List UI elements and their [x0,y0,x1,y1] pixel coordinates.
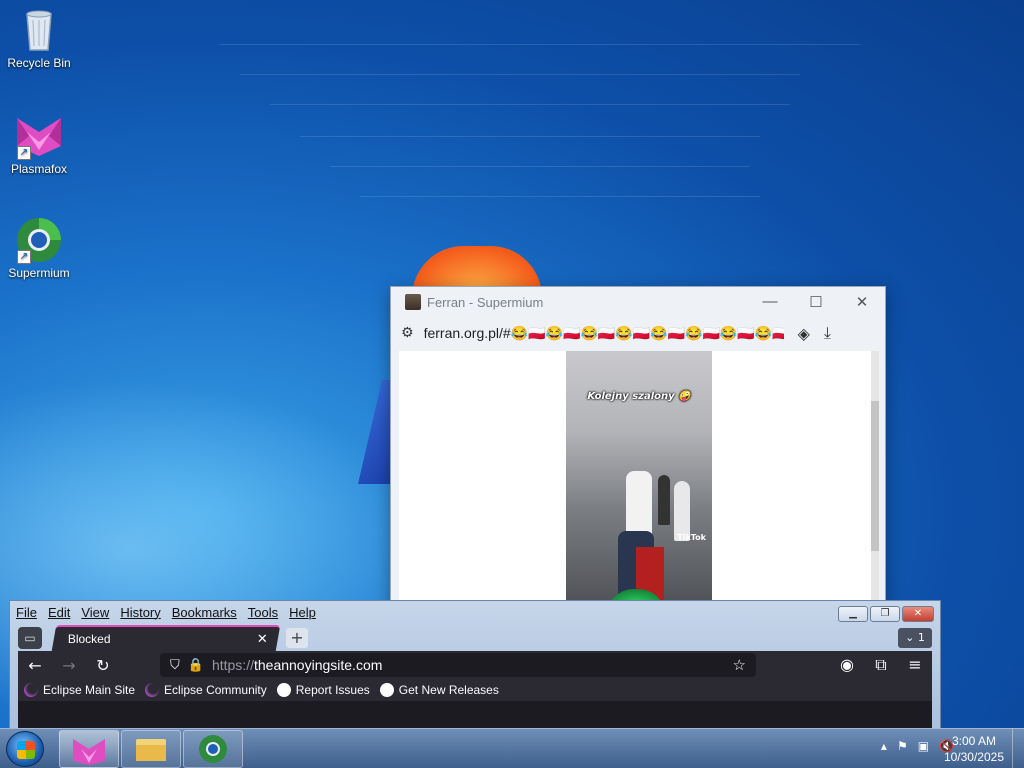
popup-titlebar[interactable]: Ferran - Supermium — ☐ ✕ [391,287,885,317]
tab-title: Blocked [67,632,111,646]
lock-icon[interactable]: 🔒 [188,657,204,673]
site-settings-icon[interactable]: ⚙ [401,325,414,341]
url-scheme: https:// [211,657,254,673]
url-host: theannoyingsite.com [253,657,383,673]
eclipse-icon [24,683,38,697]
bookmark-label: Get New Releases [398,683,499,697]
tab-close-icon[interactable]: ✕ [257,631,268,647]
restore-button[interactable]: ❐ [870,606,900,622]
supermium-icon [199,735,227,763]
url-field[interactable]: ⛉ 🔒 https:// theannoyingsite.com ☆ [160,653,756,677]
tracking-shield-icon[interactable]: ⛉ [170,657,180,673]
tab-blocked[interactable]: Blocked ✕ [51,625,281,651]
download-icon[interactable]: ⤓ [824,323,831,343]
bookmark-star-icon[interactable]: ☆ [733,656,746,674]
menu-tools[interactable]: Tools [248,605,278,620]
back-icon[interactable]: ← [18,656,52,675]
network-icon[interactable]: ▣ [918,739,929,753]
tab-strip: ▭ Blocked ✕ + ⌄ 1 [18,625,932,651]
recycle-bin-icon [15,6,63,54]
clock[interactable]: 3:00 AM 10/30/2025 [944,733,1004,765]
desktop-icon-plasmafox[interactable]: ↗ Plasmafox [0,112,78,176]
github-icon [379,683,394,697]
menu-bar: File Edit View History Bookmarks Tools H… [10,601,940,623]
bookmark-label: Eclipse Main Site [43,683,136,697]
firefox-view-icon[interactable]: ▭ [18,627,42,649]
account-icon[interactable]: ◉ [830,655,864,675]
show-hidden-icons-icon[interactable]: ▴ [881,739,887,753]
taskbar-explorer[interactable] [121,730,181,768]
navigation-toolbar: ← → ↻ ⛉ 🔒 https:// theannoyingsite.com ☆… [18,651,932,679]
video-person [674,481,690,541]
tiktok-watermark: TikTok [677,533,706,542]
close-button[interactable]: ✕ [902,606,934,622]
shortcut-arrow-icon: ↗ [17,250,31,264]
plasmafox-window[interactable]: File Edit View History Bookmarks Tools H… [9,600,941,728]
video-caption: Kolejny szalony 🤪 [587,391,691,402]
taskbar-supermium[interactable] [183,730,243,768]
supermium-icon: ↗ [15,216,63,264]
bookmark-label: Eclipse Community [164,683,267,697]
supermium-popup-window[interactable]: Ferran - Supermium — ☐ ✕ ⚙ ferran.org.pl… [390,286,886,617]
shortcut-arrow-icon: ↗ [17,146,31,160]
popup-url-bar[interactable]: ⚙ ferran.org.pl/#😂🇵🇱😂🇵🇱😂🇵🇱😂🇵🇱😂🇵🇱😂🇵🇱😂🇵🇱😂🇵… [391,317,885,349]
popup-url[interactable]: ferran.org.pl/#😂🇵🇱😂🇵🇱😂🇵🇱😂🇵🇱😂🇵🇱😂🇵🇱😂🇵🇱😂🇵🇱😂 [424,325,784,342]
folder-icon [136,739,166,761]
bookmark-report-issues[interactable]: Report Issues [276,683,370,697]
extension-diamond-icon[interactable]: ◈ [798,324,810,343]
github-icon [276,683,291,697]
menu-help[interactable]: Help [289,605,316,620]
page-content [18,701,932,728]
desktop-icon-label: Plasmafox [10,162,68,176]
extensions-icon[interactable]: ⧉ [864,655,898,675]
start-button[interactable] [6,731,44,767]
windows-flag-icon [17,741,35,759]
menu-file[interactable]: File [16,605,37,620]
popup-page-content: Kolejny szalony 🤪 TikTok [399,351,879,617]
popup-scrollbar[interactable] [871,351,879,617]
tab-list-button[interactable]: ⌄ 1 [898,628,932,648]
popup-title: Ferran - Supermium [427,294,544,310]
desktop-icon-supermium[interactable]: ↗ Supermium [0,216,78,280]
bookmark-get-new-releases[interactable]: Get New Releases [379,683,499,697]
bookmarks-toolbar: Eclipse Main Site Eclipse Community Repo… [18,679,932,701]
minimize-button[interactable]: ▁ [838,606,868,622]
eclipse-icon [145,683,160,697]
menu-edit[interactable]: Edit [48,605,70,620]
desktop-icon-label: Recycle Bin [7,56,71,70]
clock-date: 10/30/2025 [943,750,1004,764]
bookmark-eclipse-community[interactable]: Eclipse Community [145,683,267,697]
reload-icon[interactable]: ↻ [86,656,120,675]
bookmark-label: Report Issues [295,683,370,697]
site-favicon-icon [405,294,421,310]
plasmafox-icon [73,739,105,765]
taskbar-plasmafox[interactable] [59,730,119,768]
maximize-button[interactable]: ☐ [793,293,839,311]
clock-time: 3:00 AM [951,734,996,748]
menu-view[interactable]: View [81,605,109,620]
action-center-flag-icon[interactable]: ⚑ [897,739,908,753]
tab-count: 1 [917,631,925,644]
tiktok-video[interactable]: Kolejny szalony 🤪 TikTok [566,351,712,617]
minimize-button[interactable]: — [747,293,793,311]
taskbar: ▴ ⚑ ▣ 🔇 3:00 AM 10/30/2025 [0,728,1024,768]
forward-icon[interactable]: → [52,656,86,675]
bookmark-eclipse-main-site[interactable]: Eclipse Main Site [24,683,135,697]
desktop-icon-recycle-bin[interactable]: Recycle Bin [0,6,78,70]
hamburger-menu-icon[interactable]: ≡ [898,655,932,675]
desktop: Recycle Bin ↗ Plasmafox ↗ Supermium Ferr… [0,0,1024,728]
close-button[interactable]: ✕ [839,293,885,311]
desktop-icon-label: Supermium [8,266,70,280]
system-tray: ▴ ⚑ ▣ 🔇 [871,739,954,753]
menu-history[interactable]: History [120,605,160,620]
menu-bookmarks[interactable]: Bookmarks [172,605,237,620]
show-desktop-button[interactable] [1012,729,1024,768]
video-person [658,475,670,525]
new-tab-button[interactable]: + [286,628,308,648]
plasmafox-icon: ↗ [15,112,63,160]
